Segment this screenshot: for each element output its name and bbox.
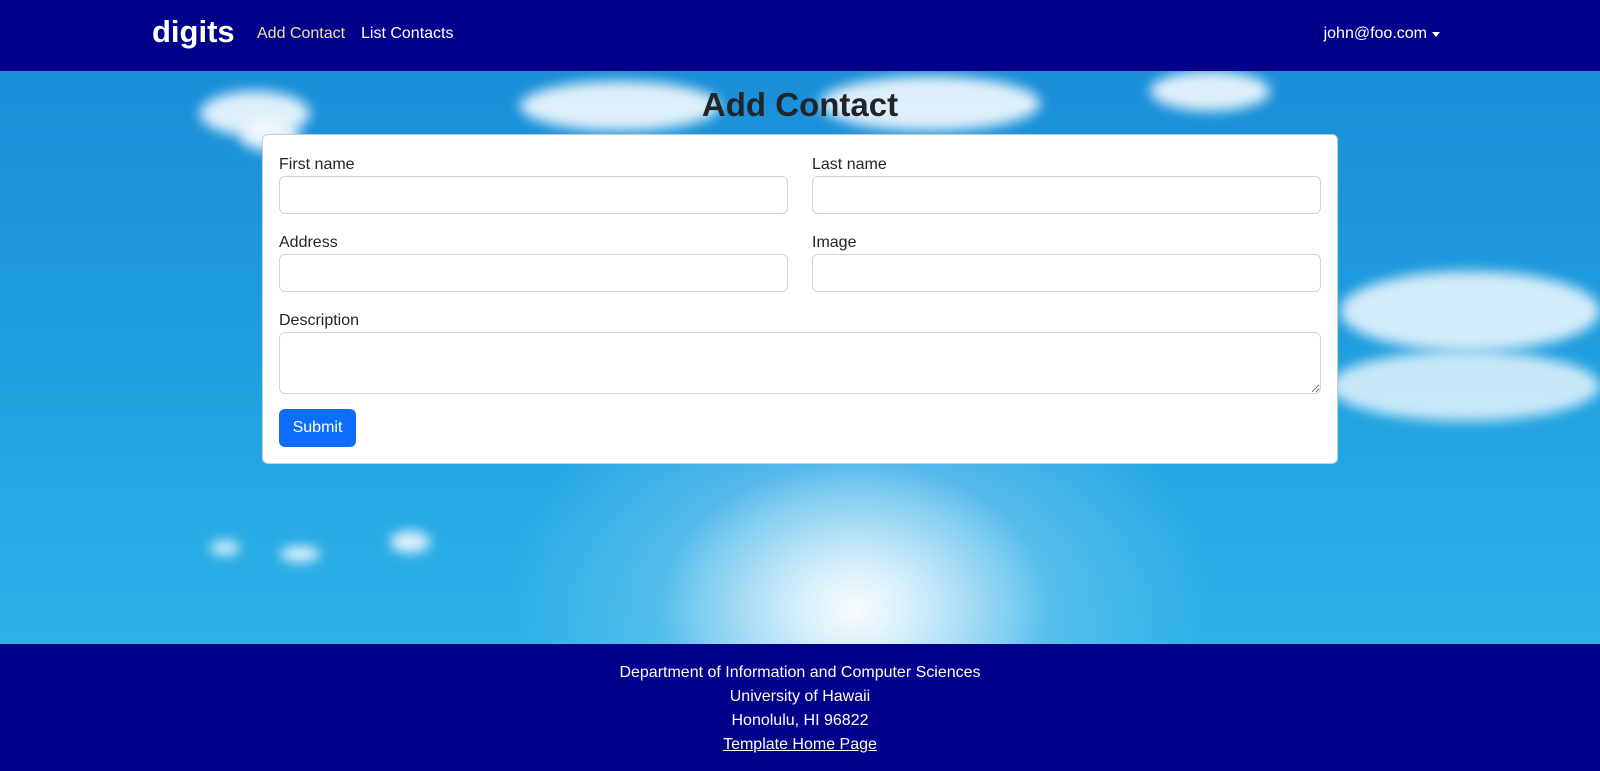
- cloud-decoration: [210, 541, 240, 555]
- user-email: john@foo.com: [1323, 25, 1427, 42]
- footer-address: Honolulu, HI 96822: [731, 712, 869, 729]
- nav-link-add-contact[interactable]: Add Contact: [257, 25, 345, 43]
- page-footer: Department of Information and Computer S…: [0, 644, 1600, 771]
- brand-logo-link[interactable]: digits: [152, 14, 235, 50]
- cloud-decoration: [1330, 351, 1600, 421]
- page-title: Add Contact: [701, 86, 899, 123]
- add-contact-form: First name Last name Address Image Descr…: [262, 134, 1338, 464]
- last-name-label: Last name: [812, 156, 887, 173]
- submit-button[interactable]: Submit: [279, 409, 356, 447]
- footer-university: University of Hawaii: [729, 688, 871, 705]
- image-label: Image: [812, 234, 857, 251]
- address-label: Address: [279, 234, 338, 251]
- cloud-decoration: [390, 531, 430, 553]
- top-navbar: digits Add Contact List Contacts john@fo…: [0, 0, 1600, 71]
- nav-link-list-contacts[interactable]: List Contacts: [361, 25, 453, 43]
- footer-department: Department of Information and Computer S…: [619, 664, 981, 681]
- sky-background: Add Contact First name Last name Address…: [0, 71, 1600, 644]
- first-name-input[interactable]: [279, 176, 788, 214]
- cloud-decoration: [1340, 271, 1600, 351]
- first-name-label: First name: [279, 156, 355, 173]
- address-input[interactable]: [279, 254, 788, 292]
- cloud-decoration: [280, 546, 320, 562]
- image-input[interactable]: [812, 254, 1321, 292]
- template-home-page-link[interactable]: Template Home Page: [723, 736, 877, 753]
- description-textarea[interactable]: [279, 332, 1321, 394]
- caret-down-icon: [1432, 32, 1440, 37]
- footer-link-row: Template Home Page: [0, 736, 1600, 754]
- last-name-input[interactable]: [812, 176, 1321, 214]
- user-dropdown[interactable]: john@foo.com: [1324, 25, 1440, 43]
- description-label: Description: [279, 312, 360, 329]
